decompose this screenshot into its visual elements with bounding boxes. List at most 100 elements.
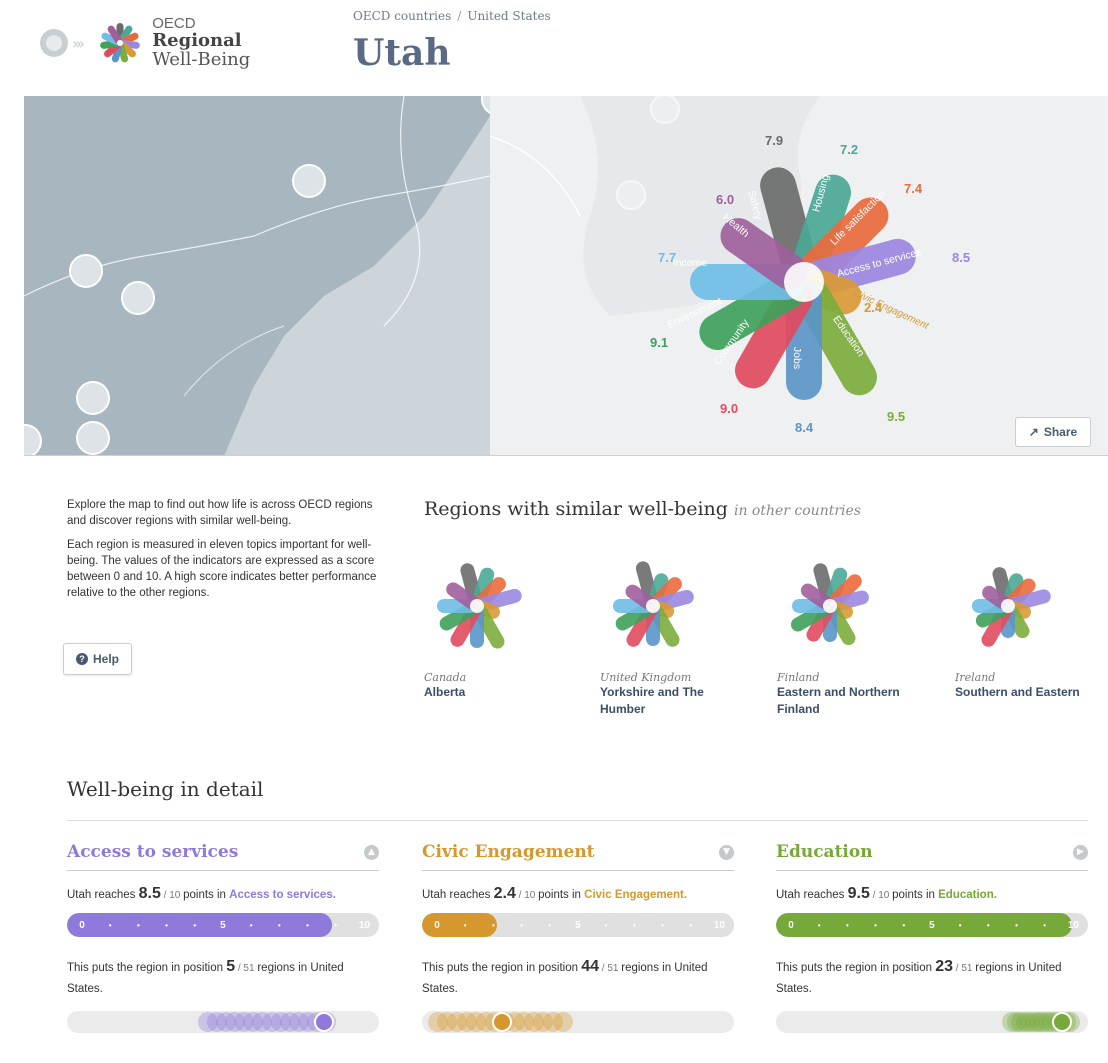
scale-dot: • (874, 920, 877, 930)
score-prefix: Utah reaches (67, 889, 139, 901)
score-sentence: Utah reaches 8.5 / 10 points in Access t… (67, 885, 379, 905)
score-sentence: Utah reaches 2.4 / 10 points in Civic En… (422, 885, 734, 905)
similar-region-link[interactable]: Eastern and Northern Finland (777, 684, 917, 718)
position-prefix: This puts the region in position (67, 962, 227, 974)
map-area[interactable]: 7.9 7.2 7.4 8.5 2.4 9.5 8.4 9.0 9.1 7.7 6.0 Safety H… (24, 96, 1108, 456)
position-of: / 51 (598, 963, 622, 974)
position-prefix: This puts the region in position (422, 962, 582, 974)
similar-region-card[interactable]: United Kingdom Yorkshire and The Humber (600, 555, 770, 718)
map-region-marker[interactable] (76, 381, 110, 415)
flower-value-access: 8.5 (952, 250, 970, 265)
divider (67, 820, 1088, 821)
scale-dot: • (491, 920, 495, 930)
score-mid: points in (538, 889, 585, 901)
scale-dot: • (1015, 920, 1018, 930)
scale-dot: • (463, 920, 467, 930)
share-button[interactable]: ↗ Share (1015, 417, 1091, 447)
map-region-marker[interactable] (69, 254, 103, 288)
similar-region-link[interactable]: Southern and Eastern (955, 684, 1105, 701)
topic-link[interactable]: Education. (938, 889, 997, 901)
similar-title-main: Regions with similar well-being (424, 498, 728, 520)
scale-dot: • (986, 920, 990, 930)
topic-link[interactable]: Access to services. (229, 889, 336, 901)
topic-name[interactable]: Access to services (67, 842, 238, 862)
region-flower-icon (972, 567, 1051, 647)
position-value: 5 (226, 958, 236, 975)
flower-label-jobs: Jobs (791, 347, 803, 369)
score-prefix: Utah reaches (776, 889, 848, 901)
flower-center (784, 262, 824, 302)
score-bar: 0 • • • • 5 • • • • 10 (776, 913, 1088, 937)
similar-region-card[interactable]: Finland Eastern and Northern Finland (777, 555, 947, 718)
sim-flower-center (823, 599, 837, 613)
current-region-dot[interactable] (491, 1012, 512, 1032)
similar-region-card[interactable]: Ireland Southern and Eastern (955, 555, 1108, 701)
scale-label: 10 (713, 919, 725, 931)
current-region-dot[interactable] (1051, 1012, 1072, 1032)
map-region-marker[interactable] (76, 421, 110, 455)
similar-regions-title: Regions with similar well-being in other… (424, 498, 861, 520)
breadcrumb-united-states[interactable]: United States (467, 9, 550, 23)
similar-region-link[interactable]: Alberta (424, 684, 594, 701)
similar-country: Finland (777, 671, 820, 684)
logo-line3: Well-Being (152, 48, 251, 70)
topic-civic-engagement: Civic Engagement ▼ Utah reaches 2.4 / 10 p… (422, 842, 734, 1033)
question-circle-icon: ? (75, 653, 88, 665)
breadcrumb-oecd-countries[interactable]: OECD countries (353, 9, 451, 23)
similar-region-card[interactable]: Canada Alberta (424, 555, 594, 701)
score-mid: points in (183, 889, 230, 901)
region-flower-icon (790, 563, 869, 646)
scale-label: 5 (220, 919, 226, 931)
distribution-bar[interactable] (776, 1011, 1088, 1033)
sim-flower-center (470, 599, 484, 613)
sim-flower-center (1001, 599, 1015, 613)
map-region-marker[interactable] (292, 164, 326, 198)
map-region-marker[interactable] (121, 281, 155, 315)
external-link-icon: ↗ (1028, 425, 1039, 439)
help-button[interactable]: ? Help (63, 643, 132, 675)
flower-logo-icon (100, 23, 141, 63)
topic-link[interactable]: Civic Engagement. (584, 889, 687, 901)
similar-region-link[interactable]: Yorkshire and The Humber (600, 684, 720, 718)
scale-dot: • (520, 920, 523, 930)
distribution-bar[interactable] (67, 1011, 379, 1033)
score-bar: 0 • • • • 5 • • • • 10 (422, 913, 734, 937)
logo-flower-center (117, 40, 124, 46)
flower-value-health: 6.0 (716, 192, 734, 207)
intro-paragraph-1: Explore the map to find out how life is … (67, 499, 373, 527)
scale-dot: • (661, 920, 664, 930)
topic-header: Access to services ▲ (67, 842, 379, 871)
position-sentence: This puts the region in position 23 / 51… (776, 957, 1088, 999)
score-prefix: Utah reaches (422, 889, 494, 901)
scale-dot: • (817, 920, 821, 930)
scale-label: 5 (575, 919, 581, 931)
flower-value-jobs: 8.4 (795, 420, 814, 435)
arrow-down-icon[interactable]: ▼ (719, 844, 734, 860)
region-flower-icon (437, 563, 522, 649)
flower-value-housing: 7.2 (840, 142, 858, 157)
topic-name[interactable]: Civic Engagement (422, 842, 595, 862)
scale-label: 0 (434, 919, 440, 931)
map-land[interactable] (24, 96, 515, 455)
arrow-right-icon[interactable]: ▶ (1073, 844, 1088, 860)
score-value: 2.4 (493, 885, 516, 902)
topic-name[interactable]: Education (776, 842, 873, 862)
page-title: Utah (353, 32, 451, 74)
scale-dot: • (845, 920, 849, 930)
scale-label: 10 (358, 919, 370, 931)
intro-text: Explore the map to find out how life is … (67, 497, 387, 609)
topic-access-to-services: Access to services ▲ Utah reaches 8.5 / 10… (67, 842, 379, 1033)
oecd-logo[interactable]: ››› OECD Regional Well-Being (40, 8, 250, 78)
logo-text: OECD Regional Well-Being (152, 16, 250, 70)
flower-label-income: Income (673, 257, 708, 269)
score-out-of: / 10 (515, 890, 539, 901)
distribution-bar[interactable] (422, 1011, 734, 1033)
well-being-flower[interactable]: 7.97.27.48.52.49.58.49.09.17.76.0 Safety H… (584, 96, 1084, 456)
region-dot (552, 1012, 573, 1032)
topic-education: Education ▶ Utah reaches 9.5 / 10 points i… (776, 842, 1088, 1033)
current-region-dot[interactable] (313, 1012, 334, 1032)
scale-dot: • (277, 920, 281, 930)
topic-header: Education ▶ (776, 842, 1088, 871)
position-prefix: This puts the region in position (776, 962, 936, 974)
arrow-up-icon[interactable]: ▲ (364, 844, 379, 860)
